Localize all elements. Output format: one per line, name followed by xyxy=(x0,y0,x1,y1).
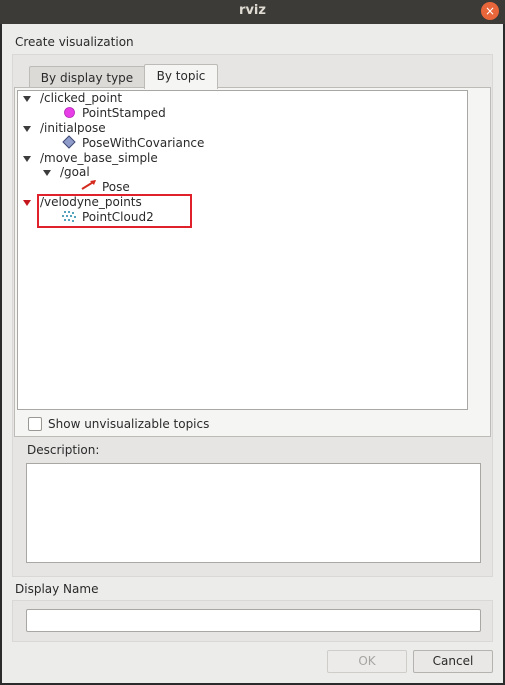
ok-button[interactable]: OK xyxy=(327,650,407,673)
highlight-box xyxy=(37,194,192,228)
expand-arrow-icon[interactable] xyxy=(43,170,51,176)
tree-item-clicked-point[interactable]: /clicked_point xyxy=(40,91,122,106)
dialog-heading: Create visualization xyxy=(15,35,134,49)
title-bar: rviz × xyxy=(0,0,505,24)
tree-item-move-base-simple[interactable]: /move_base_simple xyxy=(40,151,158,166)
window-title: rviz xyxy=(239,3,266,18)
tab-by-display-type[interactable]: By display type xyxy=(29,66,145,89)
description-box xyxy=(26,463,481,563)
show-unvisualizable-label[interactable]: Show unvisualizable topics xyxy=(48,417,209,431)
display-name-input[interactable] xyxy=(26,609,481,632)
expand-arrow-icon[interactable] xyxy=(23,200,31,206)
cancel-button[interactable]: Cancel xyxy=(413,650,493,673)
display-name-label: Display Name xyxy=(15,582,99,596)
topic-tree[interactable]: /clicked_point PointStamped /initialpose… xyxy=(17,90,468,410)
tab-by-topic[interactable]: By topic xyxy=(144,64,218,89)
expand-arrow-icon[interactable] xyxy=(23,126,31,132)
pose-covariance-icon xyxy=(62,135,76,149)
create-visualization-dialog: Create visualization By display type By … xyxy=(2,24,503,683)
expand-arrow-icon[interactable] xyxy=(23,156,31,162)
expand-arrow-icon[interactable] xyxy=(23,96,31,102)
tree-item-goal[interactable]: /goal xyxy=(60,165,90,180)
tree-item-posewithcovariance[interactable]: PoseWithCovariance xyxy=(82,136,204,151)
magenta-point-icon xyxy=(64,107,75,118)
tree-item-pointstamped[interactable]: PointStamped xyxy=(82,106,166,121)
pose-arrow-icon xyxy=(81,180,96,190)
tree-item-initialpose[interactable]: /initialpose xyxy=(40,121,106,136)
description-label: Description: xyxy=(27,443,100,457)
tree-item-pose[interactable]: Pose xyxy=(102,180,130,195)
show-unvisualizable-checkbox[interactable] xyxy=(28,417,42,431)
close-button[interactable]: × xyxy=(481,2,499,20)
